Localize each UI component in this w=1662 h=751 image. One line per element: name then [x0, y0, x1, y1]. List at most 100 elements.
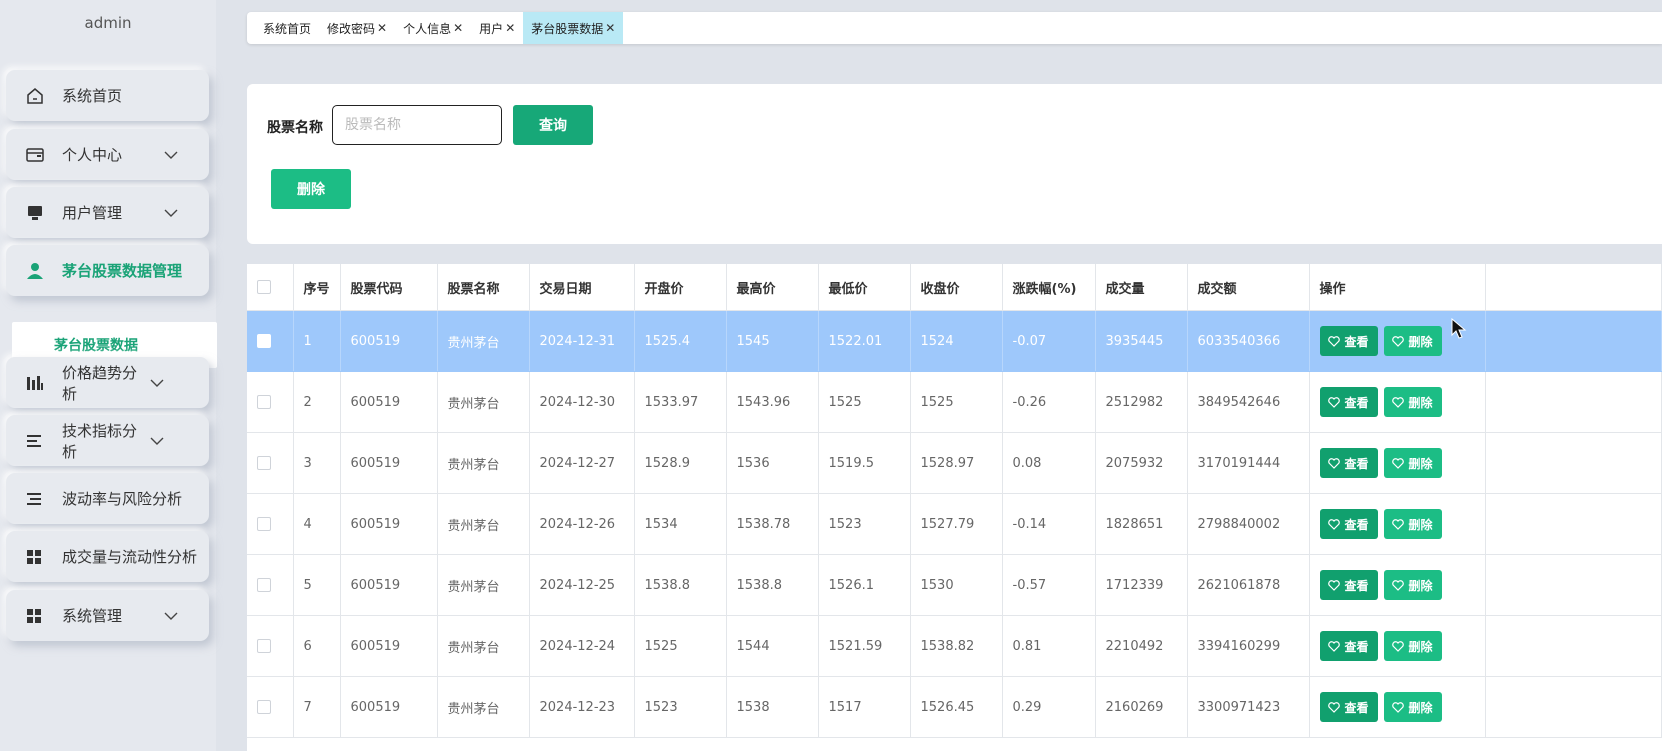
table-cell: 1521.59 [818, 615, 911, 677]
row-checkbox[interactable] [257, 578, 271, 592]
mouse-cursor-icon [1451, 318, 1467, 339]
table-cell: 2160269 [1095, 676, 1188, 738]
table-cell: 1 [293, 310, 341, 372]
table-row[interactable]: 5 600519 贵州茅台 2024-12-25 1538.8 1538.8 1526.1 1… [247, 554, 1662, 616]
table-cell: 600519 [340, 676, 438, 738]
table-row[interactable]: 2 600519 贵州茅台 2024-12-30 1533.97 1543.96 1525 1… [247, 371, 1662, 433]
row-checkbox[interactable] [257, 334, 271, 348]
close-icon[interactable]: ✕ [377, 21, 387, 35]
close-icon[interactable]: ✕ [605, 21, 615, 35]
sidebar-item-volatility-risk[interactable]: 波动率与风险分析 [6, 473, 209, 524]
tab-moutai-stock-data[interactable]: 茅台股票数据 ✕ [523, 12, 624, 44]
table-cell: 2024-12-24 [529, 615, 635, 677]
row-actions: 查看 删除 [1319, 448, 1475, 478]
sidebar-item-volume-liquidity[interactable]: 成交量与流动性分析 [6, 531, 209, 582]
stock-name-input[interactable] [332, 105, 502, 145]
row-actions: 查看 删除 [1319, 509, 1475, 539]
table-cell: 3849542646 [1187, 371, 1310, 433]
row-actions-cell: 查看 删除 [1309, 493, 1486, 555]
view-button[interactable]: 查看 [1319, 692, 1378, 722]
select-all-cell [247, 264, 294, 311]
sidebar-item-home[interactable]: 系统首页 [6, 70, 209, 121]
view-button-label: 查看 [1344, 334, 1369, 349]
close-icon[interactable]: ✕ [505, 21, 515, 35]
delete-button-label: 删除 [1408, 639, 1433, 654]
sidebar-item-personal-center[interactable]: 个人中心 [6, 129, 209, 180]
table-cell: 2210492 [1095, 615, 1188, 677]
heart-icon [1328, 518, 1341, 530]
view-button-label: 查看 [1344, 517, 1369, 532]
column-header: 涨跌幅(%) [1002, 264, 1096, 311]
row-actions: 查看 删除 [1319, 387, 1475, 417]
row-select-cell [247, 615, 294, 677]
table-row[interactable]: 4 600519 贵州茅台 2024-12-26 1534 1538.78 1523 1527… [247, 493, 1662, 555]
close-icon[interactable]: ✕ [453, 21, 463, 35]
view-button[interactable]: 查看 [1319, 448, 1378, 478]
sidebar-item-label: 技术指标分析 [62, 421, 138, 461]
tab-label: 茅台股票数据 [531, 21, 604, 36]
delete-button[interactable]: 删除 [1383, 509, 1442, 539]
delete-button[interactable]: 删除 [1383, 631, 1442, 661]
tab-label: 修改密码 [327, 21, 376, 36]
table-cell: 6033540366 [1187, 310, 1310, 372]
table-cell: 2024-12-25 [529, 554, 635, 616]
table-cell: 0.29 [1002, 676, 1096, 738]
select-all-checkbox[interactable] [257, 280, 271, 294]
table-cell: 3300971423 [1187, 676, 1310, 738]
table-cell: 2 [293, 371, 341, 433]
batch-delete-button[interactable]: 删除 [271, 169, 351, 209]
row-checkbox[interactable] [257, 700, 271, 714]
sidebar-item-technical-indicators[interactable]: 技术指标分析 [6, 415, 209, 466]
heart-icon [1328, 457, 1341, 469]
query-button[interactable]: 查询 [513, 105, 593, 145]
tab-user[interactable]: 用户 ✕ [471, 12, 523, 44]
table-cell: 1525 [910, 371, 1003, 433]
row-checkbox[interactable] [257, 456, 271, 470]
heart-icon [1392, 457, 1405, 469]
tab-change-password[interactable]: 修改密码 ✕ [319, 12, 395, 44]
table-cell: 2075932 [1095, 432, 1188, 494]
view-button[interactable]: 查看 [1319, 326, 1378, 356]
view-button[interactable]: 查看 [1319, 570, 1378, 600]
row-actions-cell: 查看 删除 [1309, 554, 1486, 616]
table-row[interactable]: 7 600519 贵州茅台 2024-12-23 1523 1538 1517 1526.45… [247, 676, 1662, 738]
table-row[interactable]: 1 600519 贵州茅台 2024-12-31 1525.4 1545 1522.01 15… [247, 310, 1662, 372]
row-actions-cell: 查看 删除 [1309, 615, 1486, 677]
row-select-cell [247, 554, 294, 616]
view-button-label: 查看 [1344, 578, 1369, 593]
column-header-filler [1485, 264, 1662, 311]
bar-chart-icon [26, 373, 52, 393]
sidebar-item-moutai-stock-management[interactable]: 茅台股票数据管理 [6, 245, 209, 296]
row-checkbox[interactable] [257, 395, 271, 409]
table-cell: 1538.8 [726, 554, 819, 616]
chevron-down-icon [159, 612, 183, 620]
sidebar-item-price-trend[interactable]: 价格趋势分析 [6, 357, 209, 408]
row-actions-cell: 查看 删除 [1309, 432, 1486, 494]
table-cell: 1533.97 [634, 371, 727, 433]
table-cell: 1517 [818, 676, 911, 738]
table-cell: 贵州茅台 [437, 310, 530, 372]
delete-button[interactable]: 删除 [1383, 448, 1442, 478]
chevron-down-icon [145, 379, 169, 387]
sidebar-item-system-management[interactable]: 系统管理 [6, 590, 209, 641]
tab-personal-info[interactable]: 个人信息 ✕ [395, 12, 471, 44]
table-cell: 1530 [910, 554, 1003, 616]
stock-data-table: 序号 股票代码 股票名称 交易日期 开盘价 最高价 最低价 收盘价 涨跌幅(%) 成交量 成交额 操作… [247, 264, 1662, 738]
view-button[interactable]: 查看 [1319, 387, 1378, 417]
delete-button[interactable]: 删除 [1383, 387, 1442, 417]
view-button-label: 查看 [1344, 700, 1369, 715]
row-checkbox[interactable] [257, 639, 271, 653]
table-row[interactable]: 3 600519 贵州茅台 2024-12-27 1528.9 1536 1519.5 152… [247, 432, 1662, 494]
delete-button[interactable]: 删除 [1383, 570, 1442, 600]
view-button[interactable]: 查看 [1319, 631, 1378, 661]
tab-home[interactable]: 系统首页 [255, 12, 319, 44]
list-indent-icon [26, 489, 52, 509]
row-checkbox[interactable] [257, 517, 271, 531]
table-row[interactable]: 6 600519 贵州茅台 2024-12-24 1525 1544 1521.59 1538… [247, 615, 1662, 677]
delete-button[interactable]: 删除 [1383, 692, 1442, 722]
table-cell: 1525.4 [634, 310, 727, 372]
delete-button[interactable]: 删除 [1383, 326, 1442, 356]
view-button[interactable]: 查看 [1319, 509, 1378, 539]
tab-label: 个人信息 [403, 21, 452, 36]
sidebar-item-user-management[interactable]: 用户管理 [6, 187, 209, 238]
